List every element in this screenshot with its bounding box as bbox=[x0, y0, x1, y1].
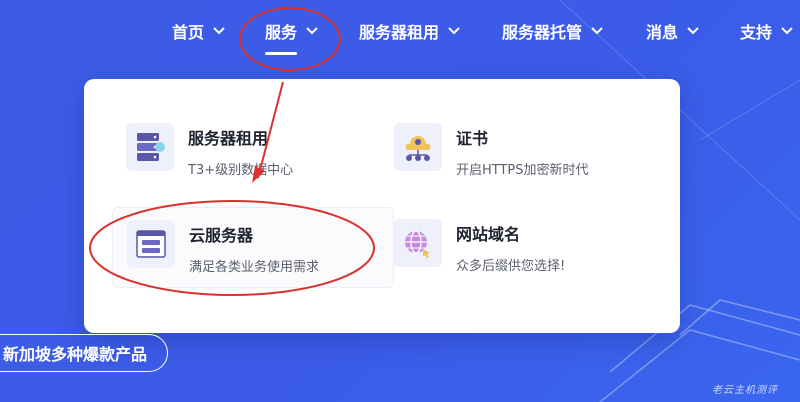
card-title: 网站域名 bbox=[456, 225, 521, 244]
chevron-down-icon bbox=[687, 27, 699, 35]
watermark: 老云主机测评 bbox=[712, 385, 778, 396]
dropdown-card-cloud-server[interactable]: 云服务器 满足各类业务使用需求 bbox=[112, 207, 394, 288]
top-nav: 首页 服务 服务器租用 服务器托管 消息 支持 bbox=[0, 0, 800, 62]
services-dropdown: 服务器租用 T3+级别数据中心 证书 开启HTTPS加密新时代 云服务器 满足各… bbox=[84, 79, 680, 333]
nav-item-label: 首页 bbox=[172, 23, 205, 42]
cloud-server-icon bbox=[127, 220, 175, 268]
nav-item-news[interactable]: 消息 bbox=[646, 19, 700, 43]
certificate-icon bbox=[394, 123, 442, 171]
nav-item-label: 服务器托管 bbox=[502, 23, 583, 42]
nav-item-label: 支持 bbox=[740, 23, 773, 42]
nav-item-server-hosting[interactable]: 服务器托管 bbox=[502, 19, 604, 43]
nav-item-server-rental[interactable]: 服务器租用 bbox=[359, 19, 461, 43]
card-description: 众多后缀供您选择! bbox=[456, 259, 566, 274]
card-description: 开启HTTPS加密新时代 bbox=[456, 163, 589, 178]
chevron-down-icon bbox=[781, 27, 793, 35]
chevron-down-icon bbox=[306, 27, 318, 35]
nav-item-support[interactable]: 支持 bbox=[740, 19, 794, 43]
card-description: T3+级别数据中心 bbox=[188, 163, 294, 178]
card-title: 服务器租用 bbox=[188, 129, 269, 148]
chevron-down-icon bbox=[213, 27, 225, 35]
server-rack-icon bbox=[126, 123, 174, 171]
card-title: 证书 bbox=[456, 129, 489, 148]
nav-item-label: 服务器租用 bbox=[359, 23, 440, 42]
chevron-down-icon bbox=[591, 27, 603, 35]
card-description: 满足各类业务使用需求 bbox=[189, 260, 320, 275]
chevron-down-icon bbox=[448, 27, 460, 35]
globe-icon bbox=[394, 219, 442, 267]
dropdown-card-server-rental[interactable]: 服务器租用 T3+级别数据中心 bbox=[126, 123, 293, 178]
nav-item-home[interactable]: 首页 bbox=[172, 19, 226, 43]
nav-item-services[interactable]: 服务 bbox=[265, 19, 319, 55]
nav-item-label: 消息 bbox=[646, 23, 679, 42]
card-title: 云服务器 bbox=[189, 226, 254, 245]
active-tab-indicator bbox=[265, 52, 298, 55]
dropdown-card-domain[interactable]: 网站域名 众多后缀供您选择! bbox=[394, 219, 565, 274]
dropdown-card-certificate[interactable]: 证书 开启HTTPS加密新时代 bbox=[394, 123, 589, 178]
promo-products-button[interactable]: 新加坡多种爆款产品 bbox=[0, 334, 168, 372]
nav-item-label: 服务 bbox=[265, 23, 298, 42]
